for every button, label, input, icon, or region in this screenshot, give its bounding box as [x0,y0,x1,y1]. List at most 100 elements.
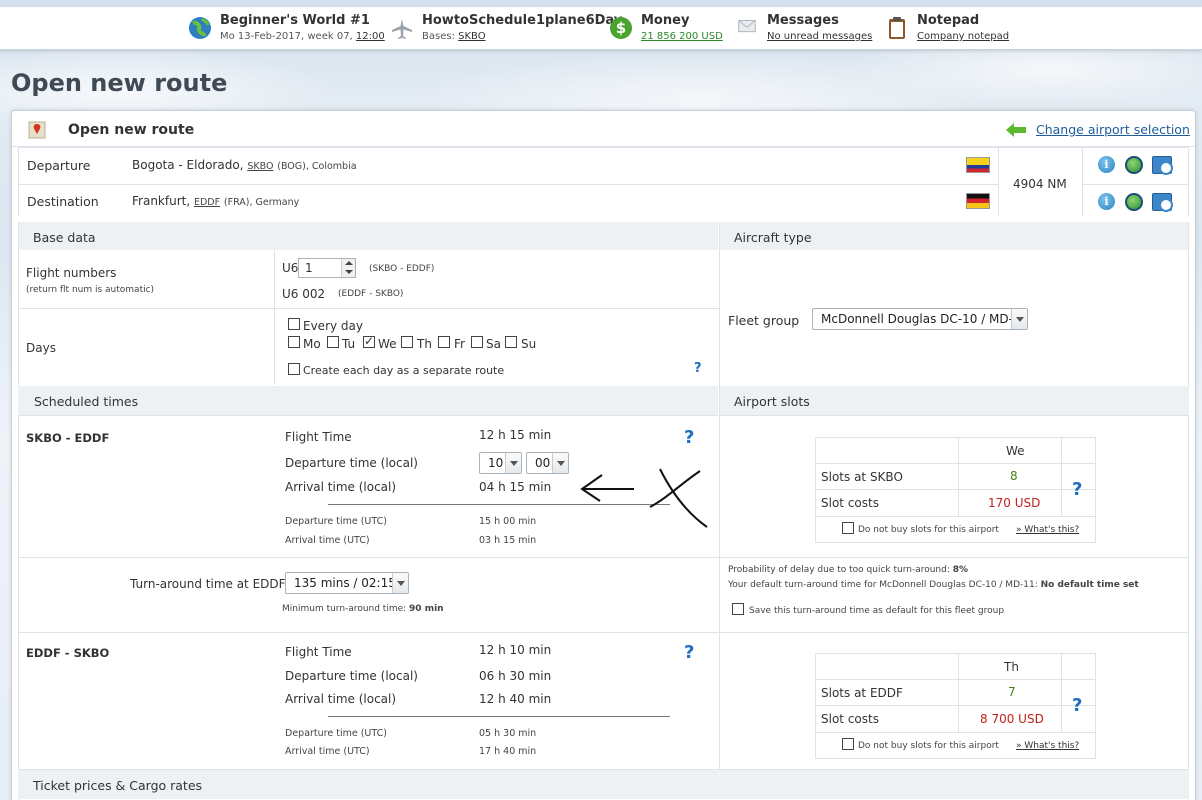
world-date: Mo 13-Feb-2017, week 07, [220,31,353,42]
ret-dep-utc-value: 05 h 30 min [479,728,537,739]
departure-globe-icon[interactable] [1125,156,1143,174]
out-slot-day: We [1006,444,1025,458]
panel-title: Open new route [68,122,195,138]
day-we-checkbox[interactable] [363,334,375,348]
day-mo-label: Mo [303,337,321,351]
flight-number-stepper[interactable]: 1 [298,258,356,278]
ret-arr-utc-value: 17 h 40 min [479,746,537,757]
day-sa-checkbox[interactable] [471,336,483,348]
day-tu-checkbox[interactable] [327,336,339,348]
out-slots-help-icon[interactable]: ? [1072,479,1082,500]
day-su-checkbox[interactable] [505,336,517,348]
save-default-checkbox[interactable] [732,603,744,615]
money-value[interactable]: 21 856 200 USD [641,31,723,42]
notepad-title: Notepad [917,13,980,28]
airplane-icon [392,19,412,39]
ret-departure-label: Departure time (local) [285,669,418,683]
ret-slots-help-icon[interactable]: ? [1072,695,1082,716]
out-cost-value: 170 USD [988,496,1041,510]
out-help-icon[interactable]: ? [684,427,694,448]
envelope-icon [738,20,756,33]
every-day-checkbox[interactable] [288,318,300,330]
out-slots-table: We Slots at SKBO 8 Slot costs 170 USD ? … [815,437,1096,543]
messages-title: Messages [767,13,839,28]
messages-info[interactable]: Messages No unread messages [735,7,875,50]
aircraft-type-header: Aircraft type [720,222,1189,250]
out-arrival-value: 04 h 15 min [479,480,552,494]
airline-info[interactable]: HowtoSchedule1plane6Day Bases: SKBO [390,7,622,50]
ret-no-buy-checkbox[interactable] [842,738,854,750]
out-slots-label: Slots at SKBO [821,470,903,484]
out-departure-minute-select[interactable]: 00 [526,452,569,474]
flight-numbers-note: (return flt num is automatic) [26,285,155,295]
return-flight-number: U6 002 [282,287,326,301]
departure-info-icon[interactable]: i [1098,156,1115,173]
day-su-label: Su [521,337,537,351]
airline-title: HowtoSchedule1plane6Day [422,13,623,28]
day-fr-checkbox[interactable] [438,336,450,348]
days-label: Days [26,341,56,355]
ret-flight-time-label: Flight Time [285,645,352,659]
money-info[interactable]: $ Money 21 856 200 USD [609,7,729,50]
ret-whats-this-link[interactable]: » What's this? [1016,741,1079,751]
germany-flag-icon [966,193,990,209]
change-airport-link[interactable]: Change airport selection [1036,122,1190,137]
ret-cost-label: Slot costs [821,712,879,726]
dollar-icon: $ [610,17,632,39]
min-turnaround: Minimum turn-around time: 90 min [282,604,444,614]
ret-dep-utc-label: Departure time (UTC) [285,728,387,739]
map-pin-icon [28,121,46,139]
out-departure-label: Departure time (local) [285,456,418,470]
ret-flight-time-value: 12 h 10 min [479,643,552,657]
destination-icao-link[interactable]: EDDF [194,197,220,208]
days-help-icon[interactable]: ? [694,361,702,376]
out-no-buy-checkbox[interactable] [842,522,854,534]
messages-value[interactable]: No unread messages [767,31,872,42]
distance-value: 4904 NM [1013,177,1067,191]
ret-no-buy-label: Do not buy slots for this airport [858,741,999,751]
out-arr-utc-value: 03 h 15 min [479,535,537,546]
day-sa-label: Sa [486,337,501,351]
separate-route-checkbox[interactable] [288,363,300,375]
out-dep-utc-value: 15 h 00 min [479,516,537,527]
notepad-info[interactable]: Notepad Company notepad [885,7,1025,50]
money-title: Money [641,13,690,28]
day-mo-checkbox[interactable] [288,336,300,348]
return-route-code: (EDDF - SKBO) [338,289,404,299]
world-info[interactable]: Beginner's World #1 Mo 13-Feb-2017, week… [188,7,388,50]
day-fr-label: Fr [454,337,465,351]
turnaround-select[interactable]: 135 mins / 02:15 [285,572,409,594]
chevron-down-icon [1011,309,1027,329]
departure-icao-link[interactable]: SKBO [247,161,273,172]
top-bar: Beginner's World #1 Mo 13-Feb-2017, week… [0,7,1202,50]
delay-probability: Probability of delay due to too quick tu… [728,565,969,575]
clipboard-icon [889,17,905,39]
world-time[interactable]: 12:00 [356,31,385,42]
destination-schedule-icon[interactable] [1152,193,1173,212]
back-arrow-icon[interactable] [1006,123,1026,137]
stepper-arrows[interactable] [341,259,355,277]
fleet-group-select[interactable]: McDonnell Douglas DC-10 / MD-11 [812,308,1028,330]
svg-text:$: $ [616,19,626,37]
out-slots-value: 8 [1010,469,1018,483]
destination-info-icon[interactable]: i [1098,193,1115,210]
day-th-checkbox[interactable] [401,336,413,348]
out-arr-utc-label: Arrival time (UTC) [285,535,370,546]
chevron-down-icon [552,453,568,473]
base-link[interactable]: SKBO [458,31,485,42]
globe-icon [189,17,211,39]
destination-globe-icon[interactable] [1125,193,1143,211]
out-departure-hour-select[interactable]: 10 [479,452,522,474]
return-route-title: EDDF - SKBO [26,646,110,660]
ret-arr-utc-label: Arrival time (UTC) [285,746,370,757]
departure-schedule-icon[interactable] [1152,156,1173,175]
ret-help-icon[interactable]: ? [684,642,694,663]
out-whats-this-link[interactable]: » What's this? [1016,525,1079,535]
chevron-down-icon [505,453,521,473]
notepad-value[interactable]: Company notepad [917,31,1009,42]
fleet-group-label: Fleet group [728,313,800,328]
ret-arrival-label: Arrival time (local) [285,692,397,706]
outbound-route-code: (SKBO - EDDF) [369,264,435,274]
turnaround-label: Turn-around time at EDDF [130,577,286,591]
departure-airport: Bogota - Eldorado, SKBO (BOG), Colombia [132,158,357,172]
